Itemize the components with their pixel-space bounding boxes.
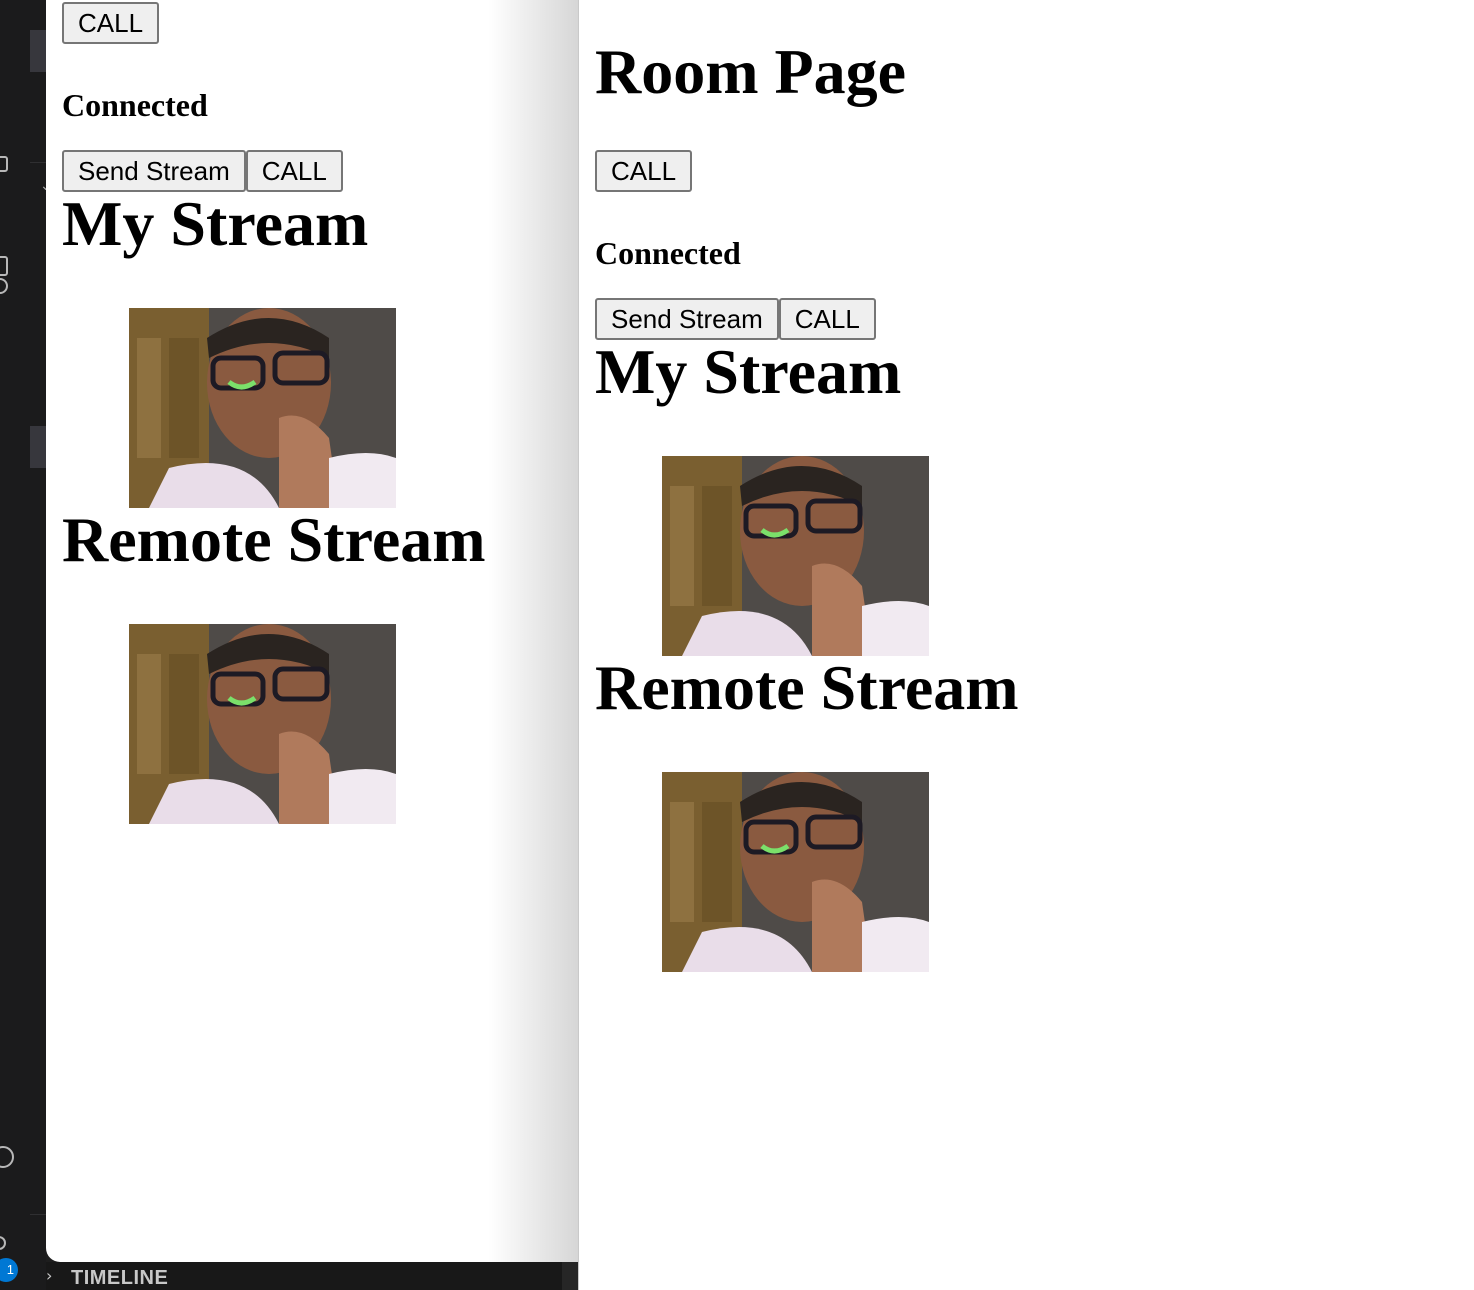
call-row: CALL — [62, 2, 486, 44]
account-icon[interactable] — [0, 1146, 14, 1168]
panel-gap — [562, 1262, 578, 1290]
my-stream-heading: My Stream — [595, 336, 902, 407]
call-button-secondary[interactable]: CALL — [778, 298, 876, 340]
notification-badge: 1 — [0, 1258, 18, 1282]
timeline-label: TIMELINE — [71, 1267, 169, 1289]
room-page-content: CALL Connected Send Stream CALL My Strea… — [62, 0, 486, 824]
timeline-panel-header[interactable]: › TIMELINE — [46, 1262, 578, 1290]
my-stream-video — [129, 308, 396, 508]
right-browser-window: Room Page CALL Connected Send Stream CAL… — [578, 0, 1474, 1290]
left-browser-window: CALL Connected Send Stream CALL My Strea… — [46, 0, 578, 1262]
call-button[interactable]: CALL — [595, 150, 693, 192]
extensions-icon[interactable] — [0, 278, 8, 294]
chevron-right-icon[interactable]: › — [46, 1268, 52, 1284]
remote-stream-heading: Remote Stream — [62, 504, 486, 575]
send-stream-button[interactable]: Send Stream — [62, 150, 246, 192]
ide-highlight — [30, 426, 46, 468]
connection-status: Connected — [62, 87, 208, 123]
settings-gear-icon[interactable] — [0, 1236, 6, 1250]
ide-highlight — [30, 30, 46, 72]
my-stream-heading: My Stream — [62, 188, 369, 259]
explorer-icon[interactable] — [0, 156, 8, 172]
remote-stream-heading: Remote Stream — [595, 652, 1019, 723]
call-button[interactable]: CALL — [62, 2, 160, 44]
ide-divider — [30, 162, 46, 163]
debug-icon[interactable] — [0, 256, 8, 276]
call-button-secondary[interactable]: CALL — [245, 150, 343, 192]
ide-divider — [30, 1214, 46, 1215]
connection-status: Connected — [595, 235, 741, 271]
room-page-content: Room Page CALL Connected Send Stream CAL… — [595, 0, 1019, 972]
my-stream-video — [662, 456, 929, 656]
ide-activity-bar: ⌄ 1 — [0, 0, 52, 1290]
send-stream-button[interactable]: Send Stream — [595, 298, 779, 340]
remote-stream-video — [129, 624, 396, 824]
remote-stream-video — [662, 772, 929, 972]
call-row: CALL — [595, 150, 1019, 192]
page-title: Room Page — [595, 36, 907, 107]
stream-controls: Send Stream CALL — [62, 150, 486, 192]
stream-controls: Send Stream CALL — [595, 298, 1019, 340]
